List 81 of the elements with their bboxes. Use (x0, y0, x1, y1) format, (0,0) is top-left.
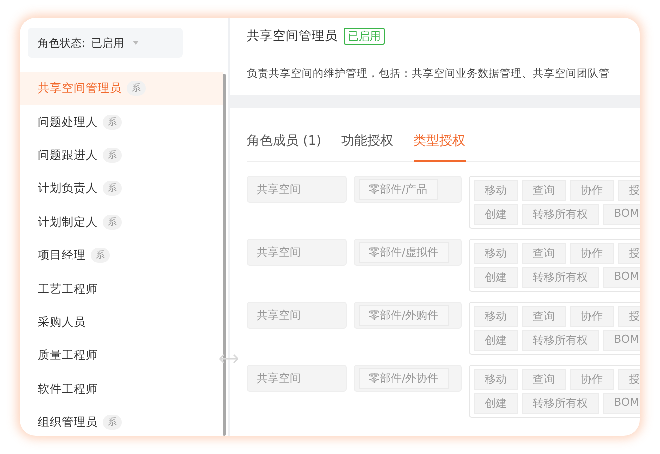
permission-chip[interactable]: BOM (603, 267, 640, 288)
permission-chip[interactable]: 协作 (570, 306, 614, 327)
role-name: 问题处理人 (38, 114, 98, 130)
permission-chip[interactable]: 移动 (474, 369, 518, 390)
tab[interactable]: 功能授权 (342, 128, 394, 161)
permission-chip[interactable]: 授 (618, 306, 640, 327)
permission-chip[interactable]: 授 (618, 180, 640, 201)
permission-chip[interactable]: 移动 (474, 243, 518, 264)
system-badge: 系 (103, 148, 122, 163)
resize-handle-icon[interactable] (219, 354, 239, 364)
role-name: 工艺工程师 (38, 282, 98, 297)
permission-chip[interactable]: BOM (603, 204, 640, 225)
space-field[interactable]: 共享空间 (247, 176, 347, 203)
role-item[interactable]: 问题处理人 系 (20, 105, 223, 139)
scrollbar[interactable] (223, 74, 226, 436)
role-name: 软件工程师 (38, 382, 98, 397)
permission-chip[interactable]: 转移所有权 (522, 204, 599, 225)
system-badge: 系 (91, 248, 110, 264)
role-name: 采购人员 (38, 314, 86, 330)
filter-label: 角色状态: (38, 36, 86, 50)
space-field[interactable]: 共享空间 (247, 239, 347, 266)
type-field[interactable]: 零部件/产品 (354, 176, 462, 203)
status-tag: 已启用 (344, 28, 385, 45)
system-badge: 系 (103, 114, 122, 130)
permission-chip[interactable]: 协作 (570, 243, 614, 264)
system-badge: 系 (103, 415, 122, 430)
permission-chip[interactable]: 查询 (522, 306, 566, 327)
role-item[interactable]: 计划制定人 系 (20, 206, 223, 239)
space-field[interactable]: 共享空间 (247, 302, 347, 329)
role-title: 共享空间管理员 (247, 28, 338, 45)
type-chip: 零部件/外协件 (359, 368, 449, 389)
permission-chip[interactable]: 转移所有权 (522, 267, 599, 288)
permission-chip[interactable]: 授 (618, 243, 640, 264)
type-chip: 零部件/产品 (359, 179, 438, 200)
permission-chip[interactable]: 创建 (474, 330, 518, 351)
role-name: 质量工程师 (38, 348, 98, 364)
type-chip: 零部件/外购件 (359, 305, 449, 326)
permission-chip[interactable]: 转移所有权 (522, 330, 599, 351)
role-item[interactable]: 采购人员 (20, 306, 223, 340)
permission-chip[interactable]: 移动 (474, 306, 518, 327)
role-item[interactable]: 计划负责人 系 (20, 172, 223, 206)
role-name: 组织管理员 (38, 415, 98, 430)
permission-chip[interactable]: BOM (603, 393, 640, 414)
role-name: 计划负责人 (38, 181, 98, 196)
type-field[interactable]: 零部件/外协件 (354, 365, 462, 392)
type-field[interactable]: 零部件/外购件 (354, 302, 462, 329)
system-badge: 系 (103, 214, 122, 230)
permission-chip[interactable]: 查询 (522, 243, 566, 264)
permission-chip[interactable]: 查询 (522, 369, 566, 390)
permission-chip[interactable]: BOM (603, 330, 640, 351)
system-badge: 系 (103, 181, 122, 196)
permission-chip[interactable]: 协作 (570, 180, 614, 201)
system-badge: 系 (127, 81, 146, 96)
permission-chip[interactable]: 移动 (474, 180, 518, 201)
permission-chip[interactable]: 转移所有权 (522, 393, 599, 414)
role-item[interactable]: 软件工程师 (20, 372, 223, 406)
permission-chip[interactable]: 查询 (522, 180, 566, 201)
role-item[interactable]: 组织管理员 系 (20, 406, 223, 436)
role-name: 计划制定人 (38, 214, 98, 230)
role-item[interactable]: 质量工程师 (20, 339, 223, 373)
permission-chip[interactable]: 授 (618, 369, 640, 390)
role-item[interactable]: 工艺工程师 (20, 272, 223, 306)
type-field[interactable]: 零部件/虚拟件 (354, 239, 462, 266)
role-item[interactable]: 项目经理 系 (20, 238, 223, 272)
tab[interactable]: 类型授权 (414, 128, 466, 162)
permission-chip[interactable]: 创建 (474, 204, 518, 225)
tab[interactable]: 角色成员 (1) (247, 128, 322, 161)
status-filter[interactable]: 角色状态: 已启用 (28, 28, 183, 58)
permission-chip[interactable]: 创建 (474, 267, 518, 288)
type-chip: 零部件/虚拟件 (359, 242, 449, 263)
permission-chip[interactable]: 创建 (474, 393, 518, 414)
space-field[interactable]: 共享空间 (247, 365, 347, 392)
caret-icon (132, 41, 139, 45)
role-name: 问题跟进人 (38, 148, 98, 163)
role-description: 负责共享空间的维护管理，包括：共享空间业务数据管理、共享空间团队管 (247, 67, 611, 81)
role-name: 共享空间管理员 (38, 81, 122, 96)
permission-chip[interactable]: 协作 (570, 369, 614, 390)
filter-value: 已启用 (92, 36, 125, 50)
role-item[interactable]: 问题跟进人 系 (20, 138, 223, 172)
role-item[interactable]: 共享空间管理员 系 (20, 72, 223, 106)
role-name: 项目经理 (38, 248, 86, 264)
